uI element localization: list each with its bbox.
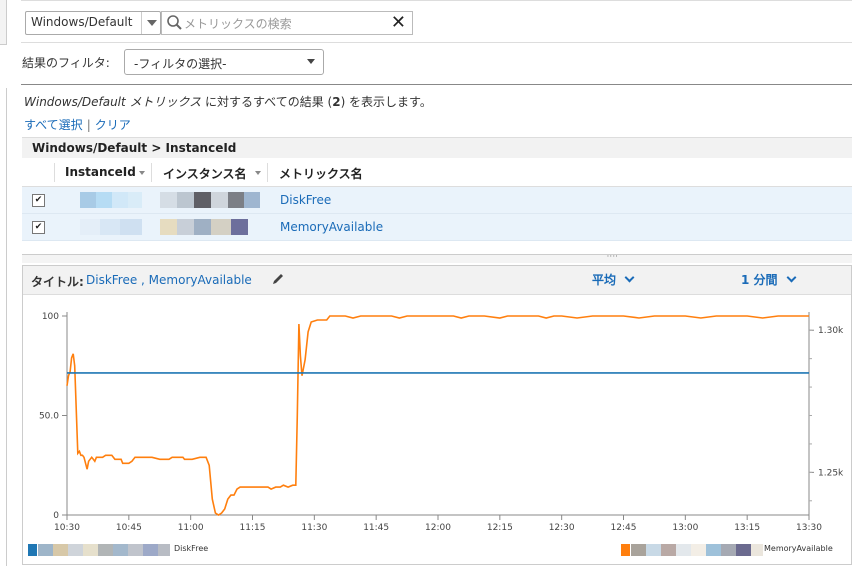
statistic-value: 平均 (592, 273, 617, 287)
y-tick-label-right: 1.30k (818, 326, 844, 336)
selection-links: すべて選択 | クリア (24, 116, 131, 133)
metric-link-diskfree[interactable]: DiskFree (280, 193, 331, 207)
select-all-link[interactable]: すべて選択 (24, 118, 83, 132)
x-tick-label: 12:00 (425, 523, 451, 533)
clear-search-icon[interactable]: ✕ (391, 12, 406, 33)
legend-label: MemoryAvailable (764, 544, 833, 553)
column-instance-name[interactable]: インスタンス名 (163, 165, 247, 182)
x-tick-label: 12:15 (487, 523, 513, 533)
x-tick-label: 11:15 (240, 523, 266, 533)
column-instanceid[interactable]: InstanceId (65, 165, 136, 179)
column-metric-name[interactable]: メトリックス名 (279, 165, 363, 182)
chevron-down-icon (786, 272, 796, 283)
divider (21, 84, 852, 85)
sort-caret-icon[interactable] (139, 171, 145, 175)
y-tick-label-left: 100 (42, 312, 59, 322)
left-panel-edge-bottom (0, 88, 7, 566)
table-row[interactable]: ✔ MemoryAvailable (22, 214, 852, 241)
x-tick-label: 12:30 (549, 523, 575, 533)
filter-select-value: -フィルタの選択- (134, 57, 227, 71)
metrics-search-input[interactable]: メトリックスの検索 ✕ (161, 11, 413, 35)
x-tick-label: 12:45 (611, 523, 637, 533)
y-tick-label-right: 1.25k (818, 468, 844, 478)
series-line-diskfree (66, 315, 809, 516)
metric-link-memoryavailable[interactable]: MemoryAvailable (280, 220, 383, 234)
pencil-icon[interactable] (271, 272, 285, 286)
column-divider (151, 163, 152, 182)
filter-label: 結果のフィルタ: (22, 56, 110, 70)
legend-redacted-label (38, 544, 170, 556)
summary-namespace: Windows/Default (24, 95, 126, 109)
row-checkbox[interactable]: ✔ (32, 221, 45, 234)
summary-text-mid: に対するすべての結果 ( (205, 95, 333, 109)
column-divider (267, 163, 268, 182)
left-panel-edge (0, 0, 8, 566)
summary-text-end: ) を表示します。 (340, 95, 432, 109)
y-tick-label-left: 50.0 (39, 412, 59, 422)
namespace-select[interactable]: Windows/Default (25, 11, 161, 35)
x-tick-label: 11:30 (301, 523, 327, 533)
period-value: 1 分間 (741, 273, 778, 287)
redacted-instance-name (160, 192, 260, 208)
link-separator: | (86, 118, 91, 132)
splitter-grip-icon[interactable]: '''' (607, 254, 619, 262)
namespace-select-value: Windows/Default (31, 15, 133, 29)
search-icon (167, 15, 182, 30)
y-tick-label-left: 0 (53, 511, 59, 521)
legend-swatch (621, 544, 630, 556)
sort-caret-icon[interactable] (255, 171, 261, 175)
x-tick-label: 13:15 (734, 523, 760, 533)
legend-redacted-label (631, 544, 763, 556)
legend-label: DiskFree (174, 544, 209, 553)
filter-select[interactable]: -フィルタの選択- (124, 49, 324, 75)
x-tick-label: 11:00 (178, 523, 204, 533)
column-divider (54, 163, 55, 182)
graph-title-value[interactable]: DiskFree , MemoryAvailable (86, 273, 252, 287)
table-row[interactable]: ✔ DiskFree (22, 187, 852, 214)
statistic-dropdown[interactable]: 平均 (592, 271, 635, 288)
graph-panel: タイトル: DiskFree , MemoryAvailable 平均 1 分間… (22, 265, 852, 565)
redacted-instance-name (160, 219, 248, 235)
chevron-down-icon (307, 59, 315, 64)
caret-down-icon[interactable] (147, 20, 157, 26)
row-checkbox[interactable]: ✔ (32, 194, 45, 207)
period-dropdown[interactable]: 1 分間 (741, 271, 796, 288)
resize-splitter[interactable]: '''' (22, 254, 852, 263)
x-tick-label: 13:30 (796, 523, 822, 533)
graph-title-label: タイトル: (31, 275, 84, 289)
graph-header: タイトル: DiskFree , MemoryAvailable 平均 1 分間 (23, 266, 851, 295)
summary-metrics-word: メトリックス (129, 95, 202, 109)
x-tick-label: 10:30 (54, 523, 80, 533)
namespace-select-divider (141, 12, 142, 34)
x-tick-label: 10:45 (116, 523, 142, 533)
table-column-header: InstanceId インスタンス名 メトリックス名 (22, 159, 852, 187)
results-summary: Windows/Default メトリックス に対するすべての結果 (2) を表… (24, 93, 432, 110)
clear-link[interactable]: クリア (95, 118, 131, 132)
redacted-instance-id (80, 219, 142, 235)
metrics-chart[interactable]: 100 50.0 0 1.30k 1.25k 10:30 10:45 11:00 11:15 11… (23, 294, 851, 564)
search-placeholder: メトリックスの検索 (184, 17, 292, 31)
metrics-toolbar: Windows/Default メトリックスの検索 ✕ (21, 0, 852, 43)
left-panel-edge-top (0, 0, 7, 45)
x-tick-label: 11:45 (363, 523, 389, 533)
summary-count: 2 (332, 95, 341, 109)
legend-swatch (28, 544, 37, 556)
chevron-down-icon (624, 272, 635, 283)
metrics-group-title: Windows/Default > InstanceId (32, 141, 237, 155)
metrics-group-header: Windows/Default > InstanceId (22, 137, 852, 158)
x-tick-label: 13:00 (672, 523, 698, 533)
redacted-instance-id (80, 192, 142, 208)
